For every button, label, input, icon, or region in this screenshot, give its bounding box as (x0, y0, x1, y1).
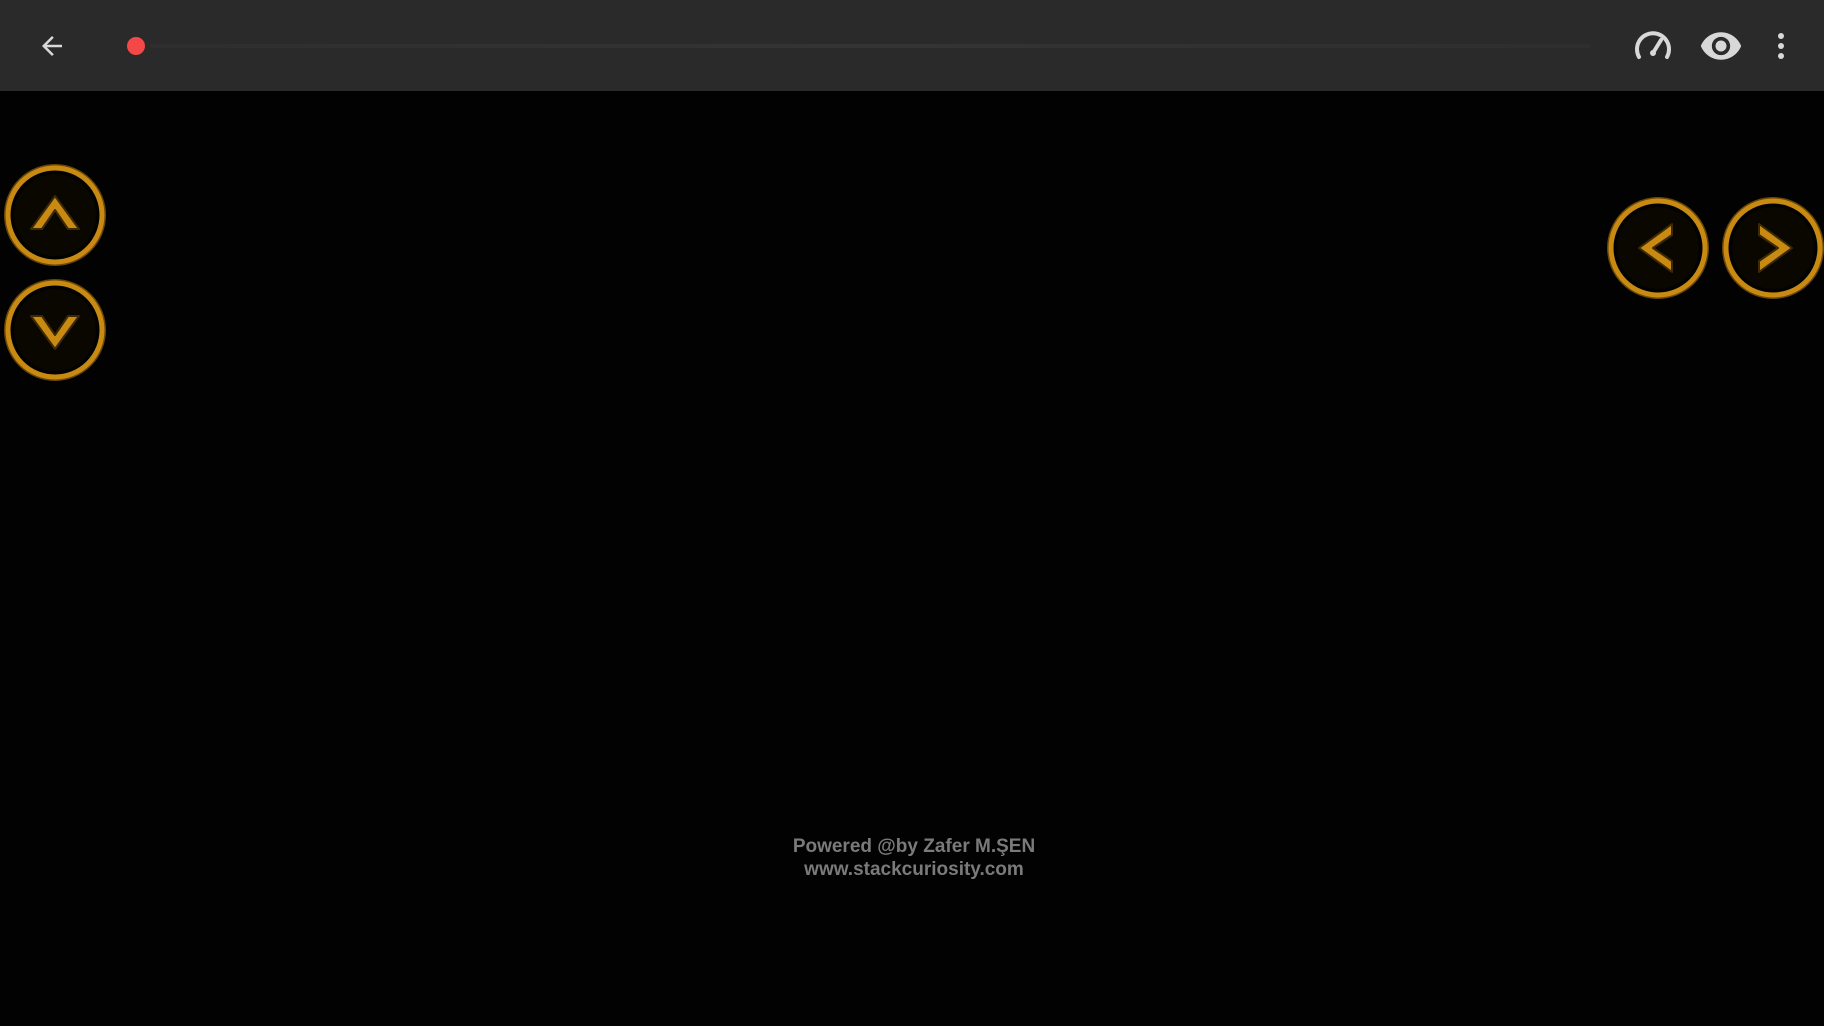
speed-button[interactable] (1628, 18, 1678, 74)
arrow-right-icon (1722, 197, 1824, 299)
more-vertical-icon (1778, 33, 1784, 59)
progress-track[interactable] (150, 44, 1590, 48)
arrow-left-icon (42, 36, 62, 56)
left-button[interactable] (1605, 195, 1711, 301)
recording-indicator (127, 37, 145, 55)
down-button[interactable] (2, 277, 108, 383)
visibility-button[interactable] (1696, 18, 1746, 74)
credits-text: Powered @by Zafer M.ŞEN www.stackcuriosi… (0, 835, 1824, 881)
arrow-left-icon (1607, 197, 1709, 299)
game-stage[interactable]: Powered @by Zafer M.ŞEN www.stackcuriosi… (0, 91, 1824, 1026)
up-button[interactable] (2, 162, 108, 268)
speedometer-icon (1635, 31, 1671, 59)
top-toolbar (0, 0, 1824, 91)
right-button[interactable] (1720, 195, 1824, 301)
back-button[interactable] (30, 22, 74, 70)
arrow-up-icon (4, 164, 106, 266)
credits-powered-by: Powered @by Zafer M.ŞEN (792, 836, 1036, 857)
eye-icon (1700, 32, 1742, 60)
arrow-down-icon (4, 279, 106, 381)
credits-website: www.stackcuriosity.com (804, 859, 1024, 880)
more-options-button[interactable] (1768, 18, 1794, 74)
